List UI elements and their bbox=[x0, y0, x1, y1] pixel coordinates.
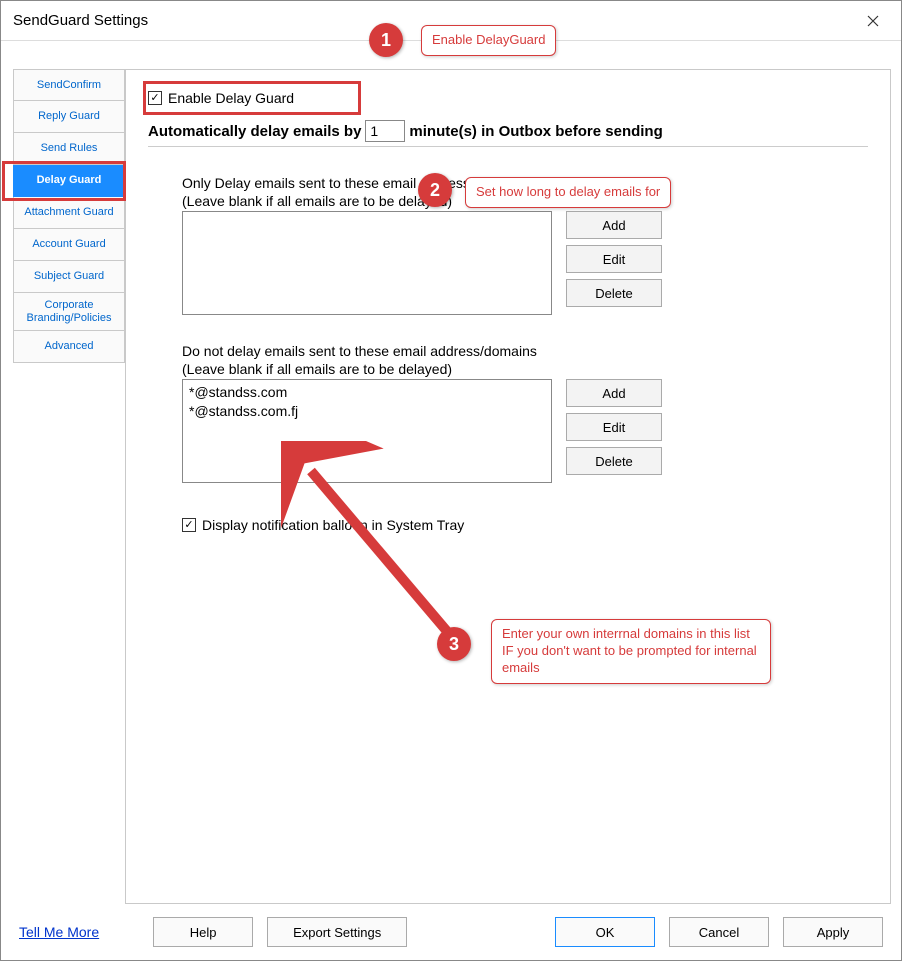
tell-me-more-link[interactable]: Tell Me More bbox=[19, 924, 99, 940]
dont-delay-sub: (Leave blank if all emails are to be del… bbox=[182, 361, 868, 377]
dialog-body: SendConfirm Reply Guard Send Rules Delay… bbox=[1, 41, 901, 904]
delay-minutes-input[interactable] bbox=[365, 120, 405, 142]
dont-delay-edit-button[interactable]: Edit bbox=[566, 413, 662, 441]
close-button[interactable] bbox=[853, 3, 893, 39]
annotation-label-1: Enable DelayGuard bbox=[421, 25, 556, 56]
sidebar: SendConfirm Reply Guard Send Rules Delay… bbox=[13, 69, 125, 363]
only-delay-delete-button[interactable]: Delete bbox=[566, 279, 662, 307]
tab-reply-guard[interactable]: Reply Guard bbox=[13, 101, 125, 133]
annotation-label-3: Enter your own interrnal domains in this… bbox=[491, 619, 771, 684]
tab-advanced[interactable]: Advanced bbox=[13, 331, 125, 363]
dont-delay-add-button[interactable]: Add bbox=[566, 379, 662, 407]
notify-checkbox[interactable]: ✓ bbox=[182, 518, 196, 532]
dont-delay-delete-button[interactable]: Delete bbox=[566, 447, 662, 475]
tab-sendconfirm[interactable]: SendConfirm bbox=[13, 69, 125, 101]
ok-button[interactable]: OK bbox=[555, 917, 655, 947]
list-item[interactable]: *@standss.com bbox=[189, 383, 545, 402]
tab-corporate-branding[interactable]: Corporate Branding/Policies bbox=[13, 293, 125, 331]
tab-delay-guard[interactable]: Delay Guard bbox=[13, 165, 125, 197]
notify-label: Display notification balloon in System T… bbox=[202, 517, 464, 533]
enable-delay-label: Enable Delay Guard bbox=[168, 90, 294, 106]
apply-button[interactable]: Apply bbox=[783, 917, 883, 947]
enable-delay-row: ✓ Enable Delay Guard bbox=[148, 90, 868, 106]
tab-attachment-guard[interactable]: Attachment Guard bbox=[13, 197, 125, 229]
list-item[interactable]: *@standss.com.fj bbox=[189, 402, 545, 421]
tab-account-guard[interactable]: Account Guard bbox=[13, 229, 125, 261]
settings-window: SendGuard Settings SendConfirm Reply Gua… bbox=[0, 0, 902, 961]
dont-delay-listbox[interactable]: *@standss.com *@standss.com.fj bbox=[182, 379, 552, 483]
annotation-badge-1: 1 bbox=[369, 23, 403, 57]
delay-prefix: Automatically delay emails by bbox=[148, 123, 361, 140]
delay-suffix: minute(s) in Outbox before sending bbox=[409, 123, 662, 140]
enable-delay-checkbox[interactable]: ✓ bbox=[148, 91, 162, 105]
tab-subject-guard[interactable]: Subject Guard bbox=[13, 261, 125, 293]
annotation-label-2: Set how long to delay emails for bbox=[465, 177, 671, 208]
window-title: SendGuard Settings bbox=[13, 12, 148, 29]
help-button[interactable]: Help bbox=[153, 917, 253, 947]
dont-delay-section: Do not delay emails sent to these email … bbox=[182, 343, 868, 483]
only-delay-edit-button[interactable]: Edit bbox=[566, 245, 662, 273]
annotation-badge-2: 2 bbox=[418, 173, 452, 207]
annotation-badge-3: 3 bbox=[437, 627, 471, 661]
only-delay-add-button[interactable]: Add bbox=[566, 211, 662, 239]
tab-send-rules[interactable]: Send Rules bbox=[13, 133, 125, 165]
only-delay-listbox[interactable] bbox=[182, 211, 552, 315]
export-settings-button[interactable]: Export Settings bbox=[267, 917, 407, 947]
footer: Tell Me More Help Export Settings OK Can… bbox=[1, 904, 901, 960]
delay-setting-line: Automatically delay emails by minute(s) … bbox=[148, 120, 868, 147]
notify-row: ✓ Display notification balloon in System… bbox=[182, 517, 868, 533]
dont-delay-label: Do not delay emails sent to these email … bbox=[182, 343, 868, 359]
cancel-button[interactable]: Cancel bbox=[669, 917, 769, 947]
